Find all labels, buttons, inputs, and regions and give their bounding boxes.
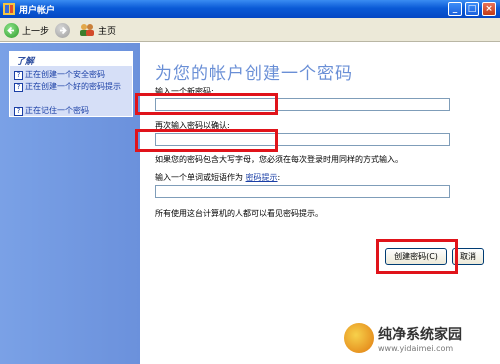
help-icon: ? bbox=[14, 71, 23, 80]
user-accounts-icon bbox=[3, 3, 15, 15]
hint-label: 输入一个单词或短语作为 密码提示: bbox=[155, 172, 280, 183]
watermark-logo-icon bbox=[344, 323, 374, 353]
highlight-create-button bbox=[376, 239, 458, 274]
help-icon: ? bbox=[14, 83, 23, 92]
hint-colon: : bbox=[277, 173, 281, 182]
toolbar: 上一步 主页 bbox=[0, 18, 500, 42]
highlight-new-password bbox=[135, 93, 278, 115]
sidebar-item-secure-password[interactable]: ? 正在创建一个安全密码 bbox=[14, 70, 105, 80]
highlight-confirm-password bbox=[135, 129, 278, 152]
hint-label-text: 输入一个单词或短语作为 bbox=[155, 173, 243, 182]
page-title: 为您的帐户创建一个密码 bbox=[155, 64, 353, 84]
back-button[interactable]: 上一步 bbox=[4, 22, 49, 38]
back-arrow-icon bbox=[4, 22, 19, 38]
learn-box: 了解 ? 正在创建一个安全密码 ? 正在创建一个好的密码提示 ? 正在记住一个密… bbox=[9, 51, 133, 117]
main-content: 为您的帐户创建一个密码 输入一个新密码: 再次输入密码以确认: 如果您的密码包含… bbox=[135, 43, 500, 364]
watermark-title: 纯净系统家园 bbox=[378, 326, 462, 343]
close-button[interactable]: × bbox=[482, 2, 496, 16]
window-title: 用户帐户 bbox=[19, 6, 56, 16]
home-label: 主页 bbox=[98, 26, 117, 37]
watermark-url: www.yidaimei.com bbox=[378, 343, 454, 353]
sidebar-item-label: 正在记住一个密码 bbox=[25, 106, 89, 115]
hint-visibility-note: 所有使用这台计算机的人都可以看见密码提示。 bbox=[155, 209, 323, 218]
sidebar-item-remember-password[interactable]: ? 正在记住一个密码 bbox=[14, 106, 89, 116]
help-icon: ? bbox=[14, 107, 23, 116]
case-sensitivity-note: 如果您的密码包含大写字母，您必须在每次登录时用同样的方式输入。 bbox=[155, 155, 403, 164]
learn-header: 了解 bbox=[10, 52, 132, 67]
forward-arrow-icon bbox=[55, 22, 70, 38]
back-label: 上一步 bbox=[22, 26, 50, 37]
password-hint-field[interactable] bbox=[155, 185, 450, 198]
sidebar-item-label: 正在创建一个好的密码提示 bbox=[25, 82, 121, 91]
maximize-button[interactable]: □ bbox=[465, 2, 479, 16]
sidebar-item-password-hint[interactable]: ? 正在创建一个好的密码提示 bbox=[14, 82, 132, 92]
home-users-icon bbox=[80, 24, 94, 36]
minimize-button[interactable]: _ bbox=[448, 2, 462, 16]
sidebar-item-label: 正在创建一个安全密码 bbox=[25, 70, 105, 79]
home-button[interactable]: 主页 bbox=[79, 22, 116, 38]
sidebar: 了解 ? 正在创建一个安全密码 ? 正在创建一个好的密码提示 ? 正在记住一个密… bbox=[0, 43, 140, 364]
title-bar: 用户帐户 _ □ × bbox=[0, 0, 500, 18]
password-hint-link[interactable]: 密码提示 bbox=[246, 173, 278, 182]
watermark: 纯净系统家园 www.yidaimei.com bbox=[344, 318, 494, 358]
forward-button[interactable] bbox=[55, 22, 70, 38]
